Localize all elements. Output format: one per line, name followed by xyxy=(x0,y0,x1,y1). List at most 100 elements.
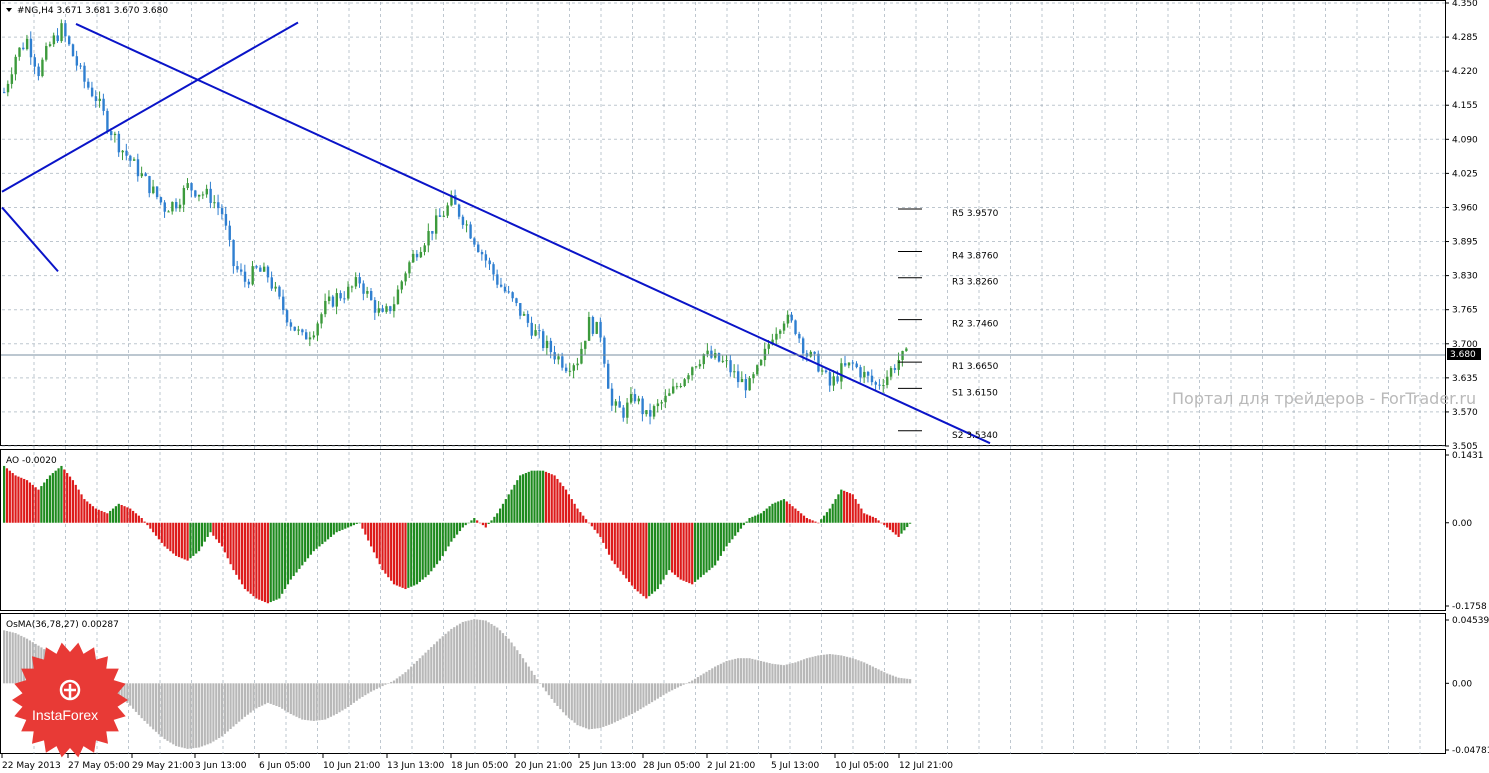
candle-body xyxy=(412,253,415,263)
ao-layer-bar xyxy=(739,522,743,529)
ao-layer-bar xyxy=(200,522,204,547)
osma-layer-bar xyxy=(166,683,169,741)
osma-layer-bar xyxy=(504,635,507,684)
candle-body xyxy=(366,291,369,294)
candle-body xyxy=(324,300,327,315)
time-tick-label: 28 Jun 05:00 xyxy=(643,761,700,771)
osma-layer-bar xyxy=(215,683,218,740)
candle-body xyxy=(236,266,239,270)
ao-layer-bar xyxy=(791,506,794,523)
ao-layer-bar xyxy=(877,520,880,523)
candle-body xyxy=(798,333,801,339)
ao-layer-bar xyxy=(77,489,80,523)
ao-layer-bar xyxy=(381,522,384,571)
osma-layer-bar xyxy=(197,683,201,748)
ao-layer-bar xyxy=(68,476,72,523)
ao-layer-bar xyxy=(607,522,611,555)
time-axis: 22 May 2013 27 May 05:00 29 May 21:00 3 Jun… xyxy=(1,754,953,771)
osma-layer-bar xyxy=(157,683,161,735)
osma-layer-bar xyxy=(444,633,447,684)
ao-layer-bar xyxy=(392,522,396,585)
osma-layer-bar xyxy=(782,665,786,684)
osma-layer-bar xyxy=(160,683,163,737)
osma-layer-bar xyxy=(189,683,192,749)
ao-layer-bar xyxy=(120,505,123,523)
ao-layer-bar xyxy=(516,480,519,523)
ao-layer-bar xyxy=(246,522,249,592)
osma-layer-bar xyxy=(487,622,490,684)
osma-layer-bar xyxy=(837,655,840,684)
ao-layer-bar xyxy=(195,522,198,554)
ao-layer-bar xyxy=(513,484,516,523)
price-tick-label: 3.765 xyxy=(1452,306,1478,316)
ao-layer-bar xyxy=(501,503,505,523)
candle-body xyxy=(572,365,575,371)
candle-body xyxy=(633,394,637,402)
osma-layer-bar xyxy=(415,660,419,684)
osma-layer-bar xyxy=(315,683,318,721)
osma-layer-bar xyxy=(742,658,745,684)
osma-layer-bar xyxy=(550,683,553,700)
ao-layer-bar xyxy=(189,522,192,559)
osma-layer-bar xyxy=(134,683,138,712)
candle-body xyxy=(56,35,59,42)
candle-body xyxy=(442,215,446,217)
candle-body xyxy=(354,277,358,287)
candle-body xyxy=(863,371,866,378)
ao-layer-bar xyxy=(146,522,149,526)
ao-layer-bar xyxy=(742,522,745,526)
ao-layer-bar xyxy=(212,522,215,536)
candle-body xyxy=(538,330,541,332)
osma-layer-bar xyxy=(811,656,814,684)
time-tick-label: 18 Jun 05:00 xyxy=(451,761,508,771)
candle-body xyxy=(477,244,480,252)
candle-body xyxy=(71,44,75,57)
ao-layer-bar xyxy=(341,522,344,530)
candle-body xyxy=(327,296,331,301)
osma-layer-bar xyxy=(344,683,347,709)
osma-layer-bar xyxy=(183,683,186,749)
osma-layer-bar xyxy=(375,683,378,689)
main-panel-frame xyxy=(0,0,1446,446)
osma-layer-bar xyxy=(501,633,505,684)
osma-layer-bar xyxy=(619,683,622,720)
ao-layer-bar xyxy=(358,522,361,524)
candle-body xyxy=(671,386,675,394)
osma-layer-bar xyxy=(653,683,657,701)
indicator-tick-label: 0.04539 xyxy=(1452,616,1489,626)
ao-layer-bar xyxy=(441,522,444,556)
osma-layer-bar xyxy=(814,656,817,684)
candle-body xyxy=(836,376,839,382)
ao-layer-bar xyxy=(736,522,740,533)
candle-body xyxy=(545,340,549,349)
candle-body xyxy=(499,284,503,287)
ao-layer-bar xyxy=(461,522,464,528)
osma-layer-bar xyxy=(203,683,206,746)
osma-layer-bar xyxy=(547,683,550,696)
osma-layer-bar xyxy=(192,683,195,749)
ao-layer-bar xyxy=(435,522,439,565)
candle-body xyxy=(874,382,877,385)
osma-layer-bar xyxy=(129,683,132,706)
candle-body xyxy=(759,360,763,366)
osma-layer-bar xyxy=(886,673,889,684)
candle-body xyxy=(775,333,778,340)
ao-layer-bar xyxy=(567,494,571,523)
candle-body xyxy=(60,23,63,42)
ao-layer-bar xyxy=(335,522,338,533)
ao-layer-bar xyxy=(685,522,688,582)
ao-layer-bar xyxy=(126,507,129,523)
ao-layer-bar xyxy=(599,522,602,537)
candle-body xyxy=(232,239,235,267)
candle-body xyxy=(618,401,621,408)
osma-layer-bar xyxy=(868,665,872,684)
osma-layer-bar xyxy=(544,683,548,692)
ao-layer-bar xyxy=(828,508,831,523)
pivot-label: R1 3.6650 xyxy=(952,362,999,372)
osma-layer-bar xyxy=(8,631,11,684)
osma-layer-bar xyxy=(384,683,387,685)
ao-layer-bar xyxy=(731,522,734,540)
osma-layer-bar xyxy=(797,661,800,684)
osma-layer-bar xyxy=(361,683,364,697)
osma-layer-bar xyxy=(714,666,717,684)
